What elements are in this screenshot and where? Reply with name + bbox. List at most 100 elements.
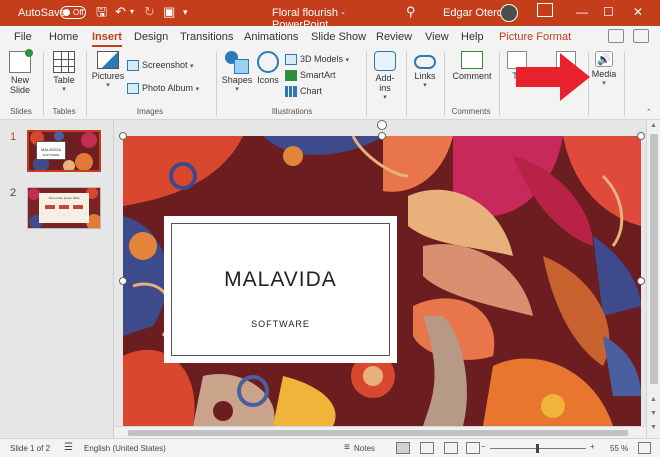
- zoom-in-icon[interactable]: +: [590, 442, 595, 451]
- tab-animations[interactable]: Animations: [244, 31, 298, 43]
- zoom-out-icon[interactable]: −: [481, 442, 486, 451]
- close-icon[interactable]: ✕: [633, 5, 643, 19]
- tab-transitions[interactable]: Transitions: [180, 31, 233, 43]
- separator: [444, 52, 445, 116]
- resize-handle[interactable]: [637, 132, 645, 140]
- slide-title[interactable]: MALAVIDA: [172, 268, 389, 292]
- scrollbar-thumb[interactable]: [128, 430, 628, 436]
- tab-review[interactable]: Review: [376, 31, 412, 43]
- tab-insert[interactable]: Insert: [92, 31, 122, 47]
- powerpoint-window: AutoSave Off 🖫 ↶ ▾ ↻ ▣ ▾ Floral flourish…: [0, 0, 660, 457]
- chart-button[interactable]: Chart: [285, 85, 322, 98]
- media-button[interactable]: 🔊 Media ▾: [590, 51, 618, 89]
- minimize-icon[interactable]: —: [576, 5, 588, 19]
- chart-icon: [285, 86, 297, 98]
- thumbnail-subtitle: SOFTWARE: [42, 153, 60, 157]
- 3d-models-button[interactable]: 3D Models ▾: [285, 53, 349, 67]
- autosave-label: AutoSave: [18, 7, 66, 19]
- vertical-scrollbar[interactable]: ▲ ▲ ▼ ▼: [646, 120, 660, 438]
- tab-slide-show[interactable]: Slide Show: [311, 31, 366, 43]
- notes-button[interactable]: Notes: [354, 444, 375, 453]
- fit-to-window-icon[interactable]: [638, 442, 651, 454]
- slide-thumbnail-2[interactable]: The Lorem Ipsum Slide: [27, 187, 101, 229]
- redo-icon[interactable]: ↻: [144, 4, 155, 20]
- shapes-button[interactable]: Shapes ▾: [221, 51, 253, 95]
- previous-slide-icon[interactable]: ▲: [650, 396, 657, 403]
- resize-handle[interactable]: [637, 277, 645, 285]
- accessibility-icon[interactable]: ☰: [64, 442, 73, 453]
- icons-icon: [257, 51, 279, 73]
- chevron-down-icon: ▾: [423, 82, 427, 89]
- screenshot-button[interactable]: Screenshot ▾: [127, 59, 194, 73]
- present-icon[interactable]: ▣: [163, 4, 175, 20]
- slide-thumbnail-1[interactable]: MALAVIDA SOFTWARE: [27, 130, 101, 172]
- separator: [406, 52, 407, 116]
- thumbnail-textbox: MALAVIDA SOFTWARE: [36, 141, 66, 160]
- tab-help[interactable]: Help: [461, 31, 484, 43]
- undo-icon[interactable]: ↶: [115, 4, 126, 20]
- slideshow-view-button[interactable]: [466, 442, 480, 454]
- notes-icon[interactable]: ≡: [344, 442, 350, 453]
- 3d-models-label: 3D Models: [300, 54, 344, 64]
- new-slide-button[interactable]: New Slide: [7, 49, 33, 95]
- smartart-button[interactable]: SmartArt: [285, 69, 336, 82]
- separator: [624, 52, 625, 116]
- scrollbar-thumb[interactable]: [650, 134, 658, 384]
- slides-panel: 1 MALAVIDA SOFTWARE 2 The Lorem Ipsum Sl…: [0, 120, 114, 438]
- collapse-ribbon-icon[interactable]: ⌃: [646, 108, 652, 116]
- photo-album-button[interactable]: Photo Album ▾: [127, 82, 199, 96]
- pictures-button[interactable]: Pictures ▾: [91, 51, 125, 91]
- resize-handle[interactable]: [119, 132, 127, 140]
- tab-design[interactable]: Design: [134, 31, 168, 43]
- reading-view-button[interactable]: [444, 442, 458, 454]
- language-status[interactable]: English (United States): [84, 444, 166, 453]
- shapes-icon: [225, 51, 249, 74]
- tab-view[interactable]: View: [425, 31, 449, 43]
- search-icon[interactable]: ⚲: [406, 4, 416, 20]
- icons-label: Icons: [257, 75, 279, 85]
- next-slide-icon[interactable]: ▼: [650, 410, 657, 417]
- slide-canvas[interactable]: MALAVIDA SOFTWARE: [123, 136, 641, 426]
- add-ins-button[interactable]: Add- ins ▾: [371, 51, 399, 103]
- comment-button[interactable]: Comment: [450, 51, 494, 81]
- status-bar: Slide 1 of 2 ☰ English (United States) ≡…: [0, 438, 660, 457]
- screenshot-icon: [127, 60, 139, 72]
- comments-icon[interactable]: [633, 29, 649, 43]
- new-slide-icon: [9, 49, 33, 73]
- zoom-level[interactable]: 55 %: [610, 444, 628, 453]
- resize-handle[interactable]: [378, 132, 386, 140]
- rotate-handle-icon[interactable]: [377, 120, 387, 130]
- avatar[interactable]: [500, 4, 518, 22]
- thumbnail-block: [45, 205, 55, 209]
- share-icon[interactable]: [608, 29, 624, 43]
- links-button[interactable]: Links ▾: [411, 51, 439, 91]
- table-button[interactable]: Table ▾: [50, 51, 78, 95]
- user-name[interactable]: Edgar Otero: [443, 7, 503, 19]
- slide-subtitle[interactable]: SOFTWARE: [172, 319, 389, 329]
- group-comments-label: Comments: [451, 107, 491, 116]
- horizontal-scrollbar[interactable]: [114, 426, 646, 438]
- resize-handle[interactable]: [119, 277, 127, 285]
- tab-picture-format[interactable]: Picture Format: [499, 31, 571, 43]
- zoom-slider-thumb[interactable]: [536, 444, 539, 453]
- title-textbox[interactable]: MALAVIDA SOFTWARE: [164, 216, 397, 363]
- chevron-down-icon: ▾: [62, 86, 66, 93]
- tab-file[interactable]: File: [14, 31, 32, 43]
- pictures-icon: [97, 51, 119, 69]
- screenshot-label: Screenshot: [142, 60, 188, 70]
- undo-dropdown-icon[interactable]: ▾: [130, 4, 134, 20]
- scroll-up-icon[interactable]: ▲: [650, 122, 657, 129]
- customize-toolbar-icon[interactable]: ▾: [183, 4, 188, 20]
- group-images-label: Images: [136, 107, 164, 116]
- tab-home[interactable]: Home: [49, 31, 78, 43]
- scroll-down-icon[interactable]: ▼: [650, 424, 657, 431]
- maximize-icon[interactable]: ☐: [603, 5, 614, 19]
- normal-view-button[interactable]: [396, 442, 410, 454]
- save-icon[interactable]: 🖫: [96, 4, 107, 20]
- shapes-label: Shapes: [221, 75, 253, 85]
- autosave-toggle[interactable]: Off: [60, 6, 86, 19]
- ribbon-display-options-icon[interactable]: [537, 3, 553, 17]
- slide-sorter-button[interactable]: [420, 442, 434, 454]
- icons-button[interactable]: Icons: [255, 51, 281, 85]
- speaker-icon: 🔊: [595, 51, 613, 67]
